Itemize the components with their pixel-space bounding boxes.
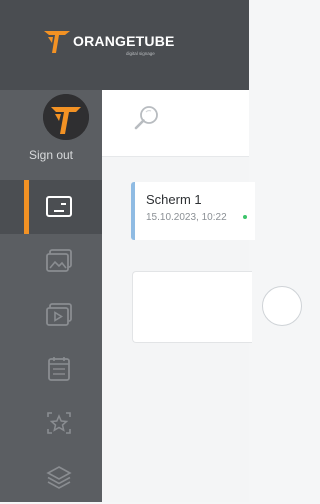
- add-screen-card[interactable]: [132, 271, 302, 343]
- schedule-icon: [48, 357, 70, 381]
- brand-tagline: digital signage: [126, 51, 155, 56]
- favorites-icon: [47, 412, 71, 434]
- sign-out-link[interactable]: Sign out: [0, 148, 102, 162]
- sidebar-item-images[interactable]: [0, 234, 102, 288]
- search-icon[interactable]: [130, 102, 162, 134]
- sidebar-item-screens[interactable]: [0, 180, 102, 234]
- sidebar-item-videos[interactable]: [0, 288, 102, 342]
- brand-name: ORANGETUBE: [73, 33, 175, 49]
- sidebar-item-schedule[interactable]: [0, 342, 102, 396]
- screen-updated-time: 15.10.2023, 10:22: [146, 212, 227, 223]
- search-bar[interactable]: [102, 90, 249, 157]
- brand-logo[interactable]: ORANGETUBE digital signage: [43, 24, 243, 64]
- sidebar-item-favorites[interactable]: [0, 396, 102, 450]
- layers-icon: [46, 466, 72, 489]
- screens-icon: [46, 196, 72, 217]
- sidebar-item-layers[interactable]: [0, 450, 102, 504]
- orangetube-avatar-icon: [43, 94, 89, 140]
- main-content: Scherm 1 15.10.2023, 10:22: [102, 90, 302, 502]
- orangetube-logo-icon: [44, 31, 70, 53]
- screen-name: Scherm 1: [146, 192, 202, 207]
- add-screen-button[interactable]: [262, 286, 302, 326]
- top-bar: ORANGETUBE digital signage: [0, 0, 249, 90]
- screen-card[interactable]: Scherm 1 15.10.2023, 10:22: [131, 182, 255, 240]
- videos-icon: [46, 303, 72, 326]
- online-status-dot: [243, 215, 247, 219]
- avatar[interactable]: [43, 94, 89, 140]
- images-icon: [46, 249, 72, 272]
- sidebar: Sign out: [0, 90, 102, 502]
